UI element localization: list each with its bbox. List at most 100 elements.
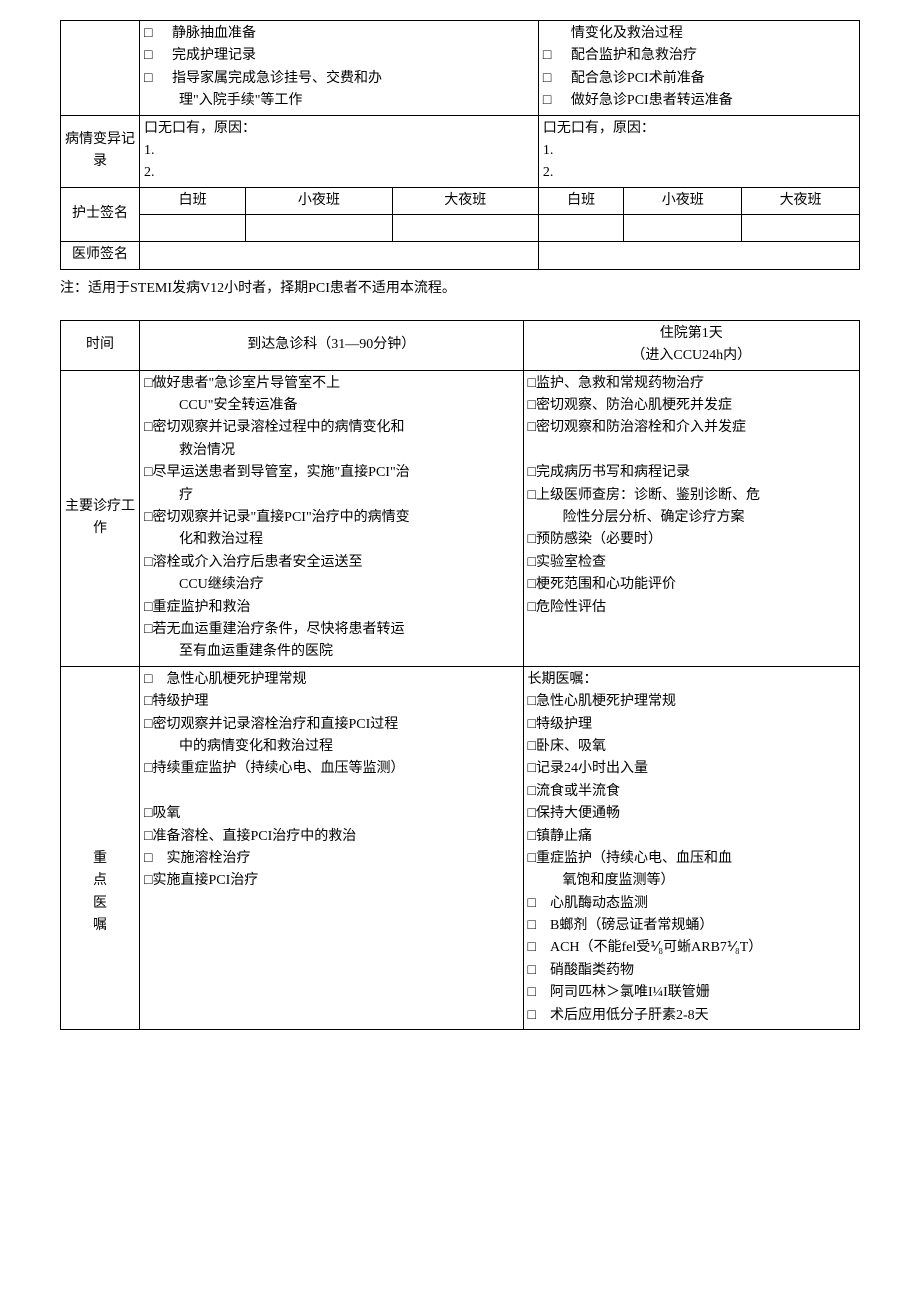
line-2[interactable]: 2. <box>543 165 554 180</box>
checkbox-icon[interactable]: □ <box>543 68 557 90</box>
checkbox-icon[interactable]: □ <box>528 717 536 732</box>
col-header-time: 时间 <box>61 320 140 370</box>
checkbox-icon[interactable]: □ <box>528 985 536 1000</box>
cell-orders-left: □ 急性心肌梗死护理常规 □特级护理 □密切观察并记录溶栓治疗和直接PCI过程 … <box>140 666 524 1029</box>
item-text: 监护、急救和常规药物治疗 <box>536 376 704 391</box>
shift-header: 白班 <box>140 187 246 214</box>
checkbox-icon[interactable]: □ <box>543 45 557 67</box>
table-bottom: 时间 到达急诊科（31—90分钟） 住院第1天 （进入CCU24h内） 主要诊疗… <box>60 320 860 1030</box>
item-text: 做好患者"急诊室片导管室不上 <box>152 376 340 391</box>
checkbox-icon[interactable]: □ <box>528 577 536 592</box>
item-text: 预防感染（必要时） <box>536 532 662 547</box>
nurse-sign-field[interactable] <box>140 215 246 242</box>
item-text: 若无血运重建治疗条件，尽快将患者转运 <box>152 622 404 637</box>
row-header-doctor-sign: 医师签名 <box>61 242 140 269</box>
nurse-sign-field[interactable] <box>538 215 623 242</box>
item-text: 密切观察并记录"直接PCI"治疗中的病情变 <box>152 510 409 525</box>
item-text: 持续重症监护（持续心电、血压等监测） <box>152 761 404 776</box>
checkbox-icon[interactable]: □ <box>528 488 536 503</box>
checkbox-icon[interactable]: □ <box>528 739 536 754</box>
cell-left-items: □ 静脉抽血准备 □ 完成护理记录 □ 指导家属完成急诊挂号、交费和办 理"入院… <box>140 21 539 116</box>
checkbox-icon[interactable]: □ <box>528 851 536 866</box>
checkbox-icon[interactable]: □ <box>528 1008 536 1023</box>
item-text-cont: 险性分层分析、确定诊疗方案 <box>528 510 745 525</box>
nurse-sign-field[interactable] <box>742 215 860 242</box>
checkbox-icon[interactable]: □ <box>528 600 536 615</box>
doctor-sign-field[interactable] <box>538 242 859 269</box>
nurse-sign-field[interactable] <box>624 215 742 242</box>
item-text: 上级医师查房：诊断、鉴别诊断、危 <box>536 488 760 503</box>
item-text-cont: 至有血运重建条件的医院 <box>144 644 333 659</box>
item-text: 情变化及救治过程 <box>571 26 683 41</box>
item-text: 急性心肌梗死护理常规 <box>166 672 306 687</box>
cell-mainwork-left: □做好患者"急诊室片导管室不上 CCU"安全转运准备 □密切观察并记录溶栓过程中… <box>140 370 524 666</box>
label-char: 嘱 <box>93 918 107 933</box>
line-2[interactable]: 2. <box>144 165 155 180</box>
variation-options[interactable]: 口无口有，原因： <box>144 121 256 136</box>
item-text: 特级护理 <box>536 717 592 732</box>
item-text-cont: 中的病情变化和救治过程 <box>144 739 333 754</box>
checkbox-icon[interactable]: □ <box>543 90 557 112</box>
nurse-sign-field[interactable] <box>392 215 538 242</box>
item-text: 实施直接PCI治疗 <box>152 873 258 888</box>
label-char: 重 <box>93 851 107 866</box>
item-text: 术后应用低分子肝素2-8天 <box>550 1008 709 1023</box>
checkbox-icon[interactable]: □ <box>528 465 536 480</box>
col-header-day1: 住院第1天 （进入CCU24h内） <box>523 320 859 370</box>
variation-options[interactable]: 口无口有，原因： <box>543 121 655 136</box>
checkbox-icon[interactable]: □ <box>528 694 536 709</box>
shift-header: 大夜班 <box>392 187 538 214</box>
row-header-nurse-sign: 护士签名 <box>61 187 140 241</box>
item-text: 密切观察并记录溶栓过程中的病情变化和 <box>152 420 404 435</box>
checkbox-icon[interactable]: □ <box>528 806 536 821</box>
checkbox-icon[interactable]: □ <box>528 420 536 435</box>
item-text: 配合急诊PCI术前准备 <box>571 71 705 86</box>
checkbox-icon[interactable]: □ <box>144 851 152 866</box>
footnote: 注：适用于STEMI发病V12小时者，择期PCI患者不适用本流程。 <box>60 278 860 300</box>
item-text: 溶栓或介入治疗后患者安全运送至 <box>152 555 362 570</box>
item-text-cont: 理"入院手续"等工作 <box>144 90 534 112</box>
item-text: 梗死范围和心功能评价 <box>536 577 676 592</box>
checkbox-icon[interactable]: □ <box>144 23 158 45</box>
checkbox-icon[interactable]: □ <box>528 963 536 978</box>
table-top: □ 静脉抽血准备 □ 完成护理记录 □ 指导家属完成急诊挂号、交费和办 理"入院… <box>60 20 860 270</box>
item-text: 急性心肌梗死护理常规 <box>536 694 676 709</box>
checkbox-icon[interactable]: □ <box>528 761 536 776</box>
nurse-sign-field[interactable] <box>246 215 392 242</box>
checkbox-icon[interactable]: □ <box>144 672 152 687</box>
checkbox-icon[interactable]: □ <box>528 896 536 911</box>
checkbox-icon[interactable]: □ <box>528 555 536 570</box>
item-text: 保持大便通畅 <box>536 806 620 821</box>
item-text-cont: 化和救治过程 <box>144 532 263 547</box>
checkbox-icon[interactable]: □ <box>528 940 536 955</box>
cell-right-items: 情变化及救治过程 □ 配合监护和急救治疗 □ 配合急诊PCI术前准备 □ 做好急… <box>538 21 859 116</box>
table-row: 主要诊疗工作 □做好患者"急诊室片导管室不上 CCU"安全转运准备 □密切观察并… <box>61 370 860 666</box>
checkbox-icon[interactable]: □ <box>528 918 536 933</box>
item-text-cont: 氧饱和度监测等） <box>528 873 675 888</box>
item-text: 吸氧 <box>152 806 180 821</box>
checkbox-icon[interactable]: □ <box>528 376 536 391</box>
table-row: □ 静脉抽血准备 □ 完成护理记录 □ 指导家属完成急诊挂号、交费和办 理"入院… <box>61 21 860 116</box>
checkbox-icon[interactable]: □ <box>528 398 536 413</box>
item-text-cont: CCU"安全转运准备 <box>144 398 298 413</box>
doctor-sign-field[interactable] <box>140 242 539 269</box>
row-header-mainwork: 主要诊疗工作 <box>61 370 140 666</box>
checkbox-icon[interactable]: □ <box>528 532 536 547</box>
line-1[interactable]: 1. <box>543 143 554 158</box>
item-text: 阿司匹林＞氯唯I¼I联管姗 <box>550 985 710 1000</box>
line-1[interactable]: 1. <box>144 143 155 158</box>
item-text: 镇静止痛 <box>536 829 592 844</box>
item-text: 流食或半流食 <box>536 784 620 799</box>
item-text: 卧床、吸氧 <box>536 739 606 754</box>
checkbox-icon[interactable]: □ <box>528 829 536 844</box>
table-row: 时间 到达急诊科（31—90分钟） 住院第1天 （进入CCU24h内） <box>61 320 860 370</box>
checkbox-icon[interactable]: □ <box>144 45 158 67</box>
table-row <box>61 215 860 242</box>
cell-variation-left: 口无口有，原因： 1. 2. <box>140 115 539 187</box>
item-text: 心肌酶动态监测 <box>550 896 648 911</box>
checkbox-icon[interactable]: □ <box>528 784 536 799</box>
item-text: 准备溶栓、直接PCI治疗中的救治 <box>152 829 356 844</box>
checkbox-icon[interactable]: □ <box>144 68 158 90</box>
table-row: 重 点 医 嘱 □ 急性心肌梗死护理常规 □特级护理 □密切观察并记录溶栓治疗和… <box>61 666 860 1029</box>
label-char: 点 <box>93 873 107 888</box>
